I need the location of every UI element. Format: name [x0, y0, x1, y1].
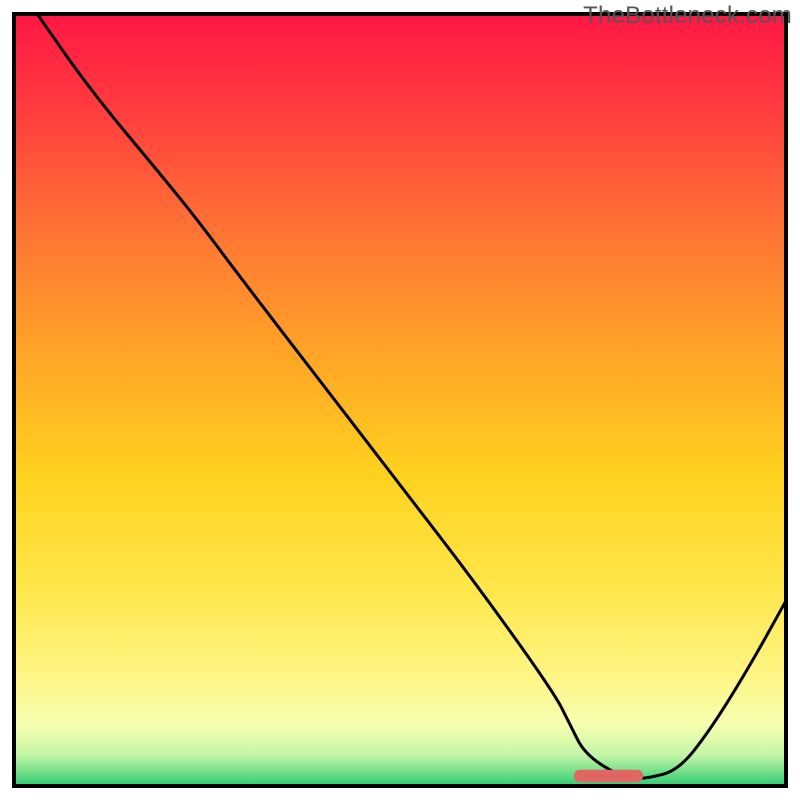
marker-pill	[574, 770, 644, 782]
plot-background	[14, 14, 786, 786]
chart-container: TheBottleneck.com	[0, 0, 800, 800]
bottleneck-chart	[0, 0, 800, 800]
watermark-text: TheBottleneck.com	[583, 2, 792, 30]
